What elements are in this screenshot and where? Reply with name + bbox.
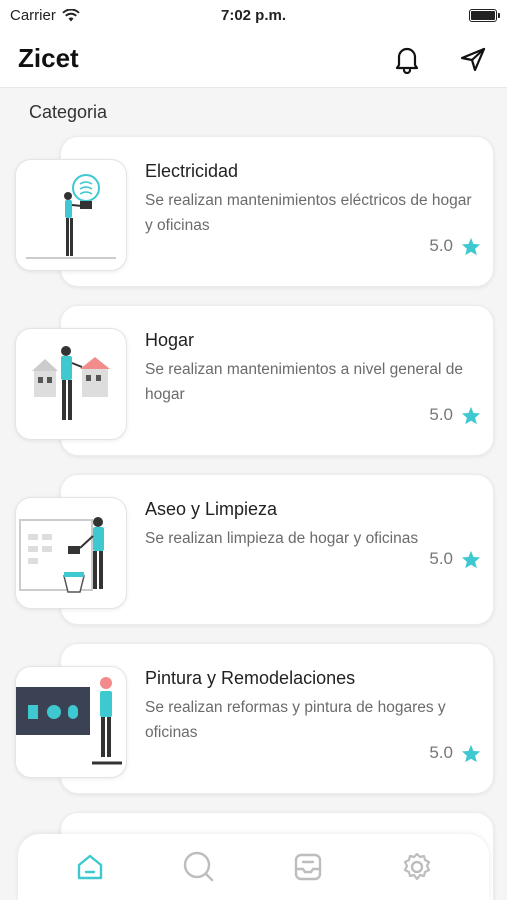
card-rating: 5.0: [429, 405, 481, 425]
card-body: Electricidad Se realizan mantenimientos …: [145, 161, 481, 238]
card-body: Hogar Se realizan mantenimientos a nivel…: [145, 330, 481, 407]
card-description: Se realizan mantenimientos a nivel gener…: [145, 361, 463, 403]
section-title: Categoria: [29, 102, 108, 122]
tab-settings[interactable]: [395, 845, 439, 889]
search-icon: [183, 851, 214, 882]
star-icon: [461, 550, 481, 568]
rating-value: 5.0: [429, 236, 453, 255]
category-card-hogar[interactable]: Hogar Se realizan mantenimientos a nivel…: [15, 305, 494, 456]
card-title: Electricidad: [145, 161, 239, 181]
card-description: Se realizan mantenimientos eléctricos de…: [145, 192, 472, 234]
card-body: Pintura y Remodelaciones Se realizan ref…: [145, 668, 481, 745]
category-card-electricidad[interactable]: Electricidad Se realizan mantenimientos …: [15, 136, 494, 287]
star-icon: [461, 237, 481, 255]
home-icon: [78, 854, 103, 880]
card-rating: 5.0: [429, 549, 481, 569]
app-header: Zicet: [0, 30, 507, 88]
status-bar: Carrier 7:02 p.m.: [0, 0, 507, 30]
status-left: Carrier: [10, 7, 80, 24]
card-rating: 5.0: [429, 236, 481, 256]
card-title: Aseo y Limpieza: [145, 499, 278, 519]
rating-value: 5.0: [429, 405, 453, 424]
send-icon: [460, 47, 486, 71]
card-rating: 5.0: [429, 743, 481, 763]
rating-value: 5.0: [429, 549, 453, 568]
pintura-illustration: [15, 666, 127, 778]
star-icon: [461, 406, 481, 424]
category-card-pintura[interactable]: Pintura y Remodelaciones Se realizan ref…: [15, 643, 494, 794]
card-title: Hogar: [145, 330, 195, 350]
tab-inbox[interactable]: [286, 845, 330, 889]
card-description: Se realizan limpieza de hogar y oficinas: [145, 530, 419, 547]
star-icon: [461, 744, 481, 762]
app-title: Zicet: [18, 43, 79, 73]
header-actions: [391, 43, 489, 75]
wifi-icon: [62, 8, 80, 21]
tab-home[interactable]: [68, 845, 112, 889]
notifications-button[interactable]: [391, 43, 423, 75]
gear-icon: [403, 852, 430, 881]
bottom-tab-bar: [18, 834, 489, 900]
rating-value: 5.0: [429, 743, 453, 762]
bell-icon: [395, 47, 419, 74]
send-button[interactable]: [457, 43, 489, 75]
battery-icon: [469, 8, 500, 22]
card-title: Pintura y Remodelaciones: [145, 668, 356, 688]
tab-search[interactable]: [177, 845, 221, 889]
card-description: Se realizan reformas y pintura de hogare…: [145, 699, 446, 741]
inbox-icon: [294, 853, 322, 881]
electricidad-illustration: [15, 159, 127, 271]
card-body: Aseo y Limpieza Se realizan limpieza de …: [145, 499, 481, 551]
carrier-label: Carrier: [10, 6, 56, 24]
aseo-illustration: [15, 497, 127, 609]
category-card-aseo[interactable]: Aseo y Limpieza Se realizan limpieza de …: [15, 474, 494, 625]
hogar-illustration: [15, 328, 127, 440]
